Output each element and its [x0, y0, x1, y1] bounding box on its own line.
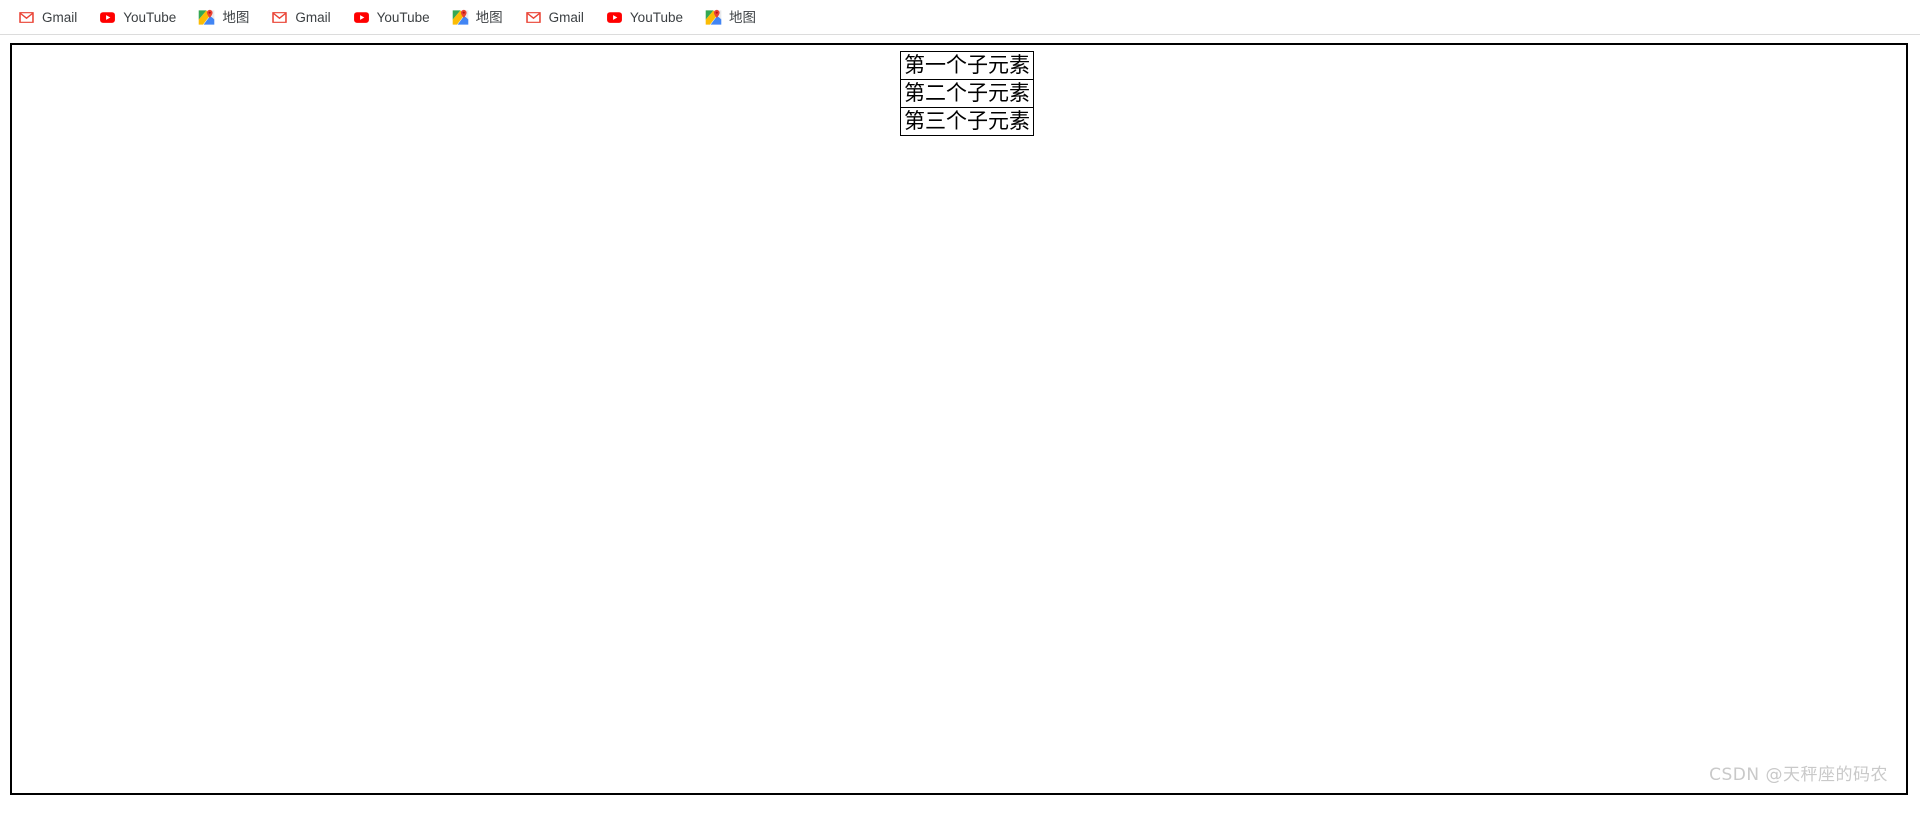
bookmark-item-maps[interactable]: 地图: [701, 4, 764, 30]
flex-parent-container: 第一个子元素 第二个子元素 第三个子元素 CSDN @天秤座的码农: [10, 43, 1908, 795]
bookmark-item-gmail[interactable]: Gmail: [521, 4, 592, 30]
flex-child-item: 第三个子元素: [900, 107, 1034, 136]
bookmark-label: Gmail: [42, 9, 78, 25]
bookmark-label: 地图: [728, 9, 756, 25]
gmail-icon: [18, 9, 35, 26]
bookmark-item-maps[interactable]: 地图: [194, 4, 257, 30]
gmail-icon: [271, 9, 288, 26]
google-maps-icon: [452, 9, 469, 26]
bookmark-label: 地图: [475, 9, 503, 25]
bookmark-label: 地图: [222, 9, 250, 25]
bookmark-label: YouTube: [376, 9, 430, 25]
flex-child-item: 第二个子元素: [900, 79, 1034, 108]
flex-child-item: 第一个子元素: [900, 51, 1034, 80]
bookmark-item-youtube[interactable]: YouTube: [95, 4, 184, 30]
bookmark-item-youtube[interactable]: YouTube: [602, 4, 691, 30]
youtube-icon: [606, 9, 623, 26]
bookmark-item-gmail[interactable]: Gmail: [14, 4, 85, 30]
csdn-watermark: CSDN @天秤座的码农: [1709, 765, 1888, 785]
bookmark-item-youtube[interactable]: YouTube: [349, 4, 438, 30]
youtube-icon: [99, 9, 116, 26]
bookmark-label: Gmail: [295, 9, 331, 25]
flex-column-wrapper: 第一个子元素 第二个子元素 第三个子元素: [900, 51, 1034, 136]
youtube-icon: [353, 9, 370, 26]
google-maps-icon: [198, 9, 215, 26]
bookmark-label: YouTube: [629, 9, 683, 25]
bookmark-item-gmail[interactable]: Gmail: [267, 4, 338, 30]
google-maps-icon: [705, 9, 722, 26]
bookmark-label: Gmail: [548, 9, 584, 25]
bookmark-item-maps[interactable]: 地图: [448, 4, 511, 30]
bookmark-bar: Gmail YouTube 地图 Gmail YouTube 地图 Gmail …: [0, 0, 1920, 35]
bookmark-label: YouTube: [123, 9, 177, 25]
gmail-icon: [525, 9, 542, 26]
